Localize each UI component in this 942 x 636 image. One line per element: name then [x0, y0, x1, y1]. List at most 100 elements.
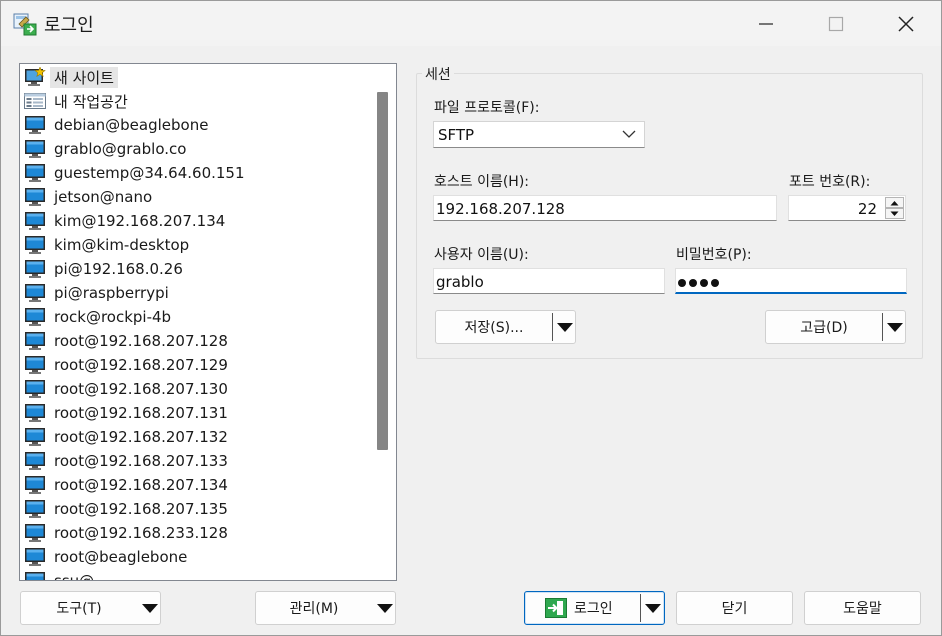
site-list-item[interactable]: ssu@...: [24, 570, 109, 581]
host-value: 192.168.207.128: [436, 200, 565, 218]
computer-icon: [24, 211, 46, 231]
site-list-item-label: root@192.168.207.134: [54, 476, 228, 494]
protocol-value: SFTP: [438, 126, 475, 144]
login-dialog: 로그인 새 사이트 내 작업공간 debian@beaglebone grablo@g…: [0, 0, 942, 636]
username-input[interactable]: grablo: [433, 268, 665, 294]
computer-icon: [24, 475, 46, 495]
manage-dropdown-arrow: [373, 592, 396, 624]
password-dot: [689, 279, 697, 287]
host-label: 호스트 이름(H):: [434, 174, 530, 190]
site-list-item[interactable]: root@192.168.207.128: [24, 330, 228, 352]
maximize-icon: [828, 16, 844, 31]
winscp-app-icon: [13, 13, 37, 36]
manage-button[interactable]: 관리(M): [255, 591, 396, 625]
login-button-label: 로그인: [574, 601, 613, 617]
site-list-item[interactable]: 내 작업공간: [24, 90, 128, 112]
site-list-item-label: jetson@nano: [54, 188, 153, 206]
computer-icon: [24, 115, 46, 135]
site-list-item[interactable]: rock@rockpi-4b: [24, 306, 171, 328]
site-list-item[interactable]: root@192.168.207.134: [24, 474, 228, 496]
site-list-item[interactable]: guestemp@34.64.60.151: [24, 162, 245, 184]
computer-icon: [24, 427, 46, 447]
site-list-item[interactable]: root@192.168.207.132: [24, 426, 228, 448]
close-button[interactable]: 닫기: [676, 591, 793, 625]
site-list-item-label: kim@192.168.207.134: [54, 212, 226, 230]
port-stepper[interactable]: 22: [788, 195, 906, 221]
close-button-label: 닫기: [721, 601, 748, 617]
caret-up-icon: [890, 200, 899, 205]
protocol-select[interactable]: SFTP: [433, 121, 645, 148]
port-increment-button[interactable]: [885, 197, 904, 208]
computer-icon: [24, 331, 46, 351]
username-value: grablo: [436, 273, 484, 291]
password-input[interactable]: [675, 268, 907, 294]
port-value: 22: [857, 200, 877, 218]
advanced-button-label: 고급(D): [800, 320, 848, 336]
password-mask: [678, 273, 722, 291]
tools-dropdown-arrow: [138, 592, 161, 624]
site-list-item[interactable]: root@192.168.233.128: [24, 522, 228, 544]
minimize-button[interactable]: [743, 1, 789, 46]
window-title: 로그인: [44, 15, 94, 36]
site-list-item-label: pi@raspberrypi: [54, 284, 169, 302]
advanced-button[interactable]: 고급(D): [765, 310, 906, 344]
site-list-item[interactable]: pi@raspberrypi: [24, 282, 169, 304]
site-list-scrollbar[interactable]: [377, 92, 388, 450]
tools-button[interactable]: 도구(T): [20, 591, 161, 625]
site-list-item-label: root@192.168.207.128: [54, 332, 228, 350]
caret-down-icon: [141, 603, 158, 613]
computer-icon: [24, 379, 46, 399]
advanced-dropdown-arrow[interactable]: [883, 311, 906, 343]
help-button-label: 도움말: [843, 601, 882, 617]
site-list-item-label: ssu@...: [54, 572, 109, 581]
site-list-item-label: root@192.168.207.132: [54, 428, 228, 446]
tools-button-label: 도구(T): [56, 601, 102, 617]
workspace-icon: [24, 91, 46, 111]
password-label: 비밀번호(P):: [676, 247, 752, 263]
host-input[interactable]: 192.168.207.128: [433, 195, 777, 221]
login-dropdown-arrow[interactable]: [641, 592, 665, 624]
site-list-item[interactable]: 새 사이트: [24, 66, 118, 88]
caret-down-icon: [890, 211, 899, 216]
site-list-item-label: root@192.168.207.135: [54, 500, 228, 518]
password-dot: [711, 279, 719, 287]
site-list-item[interactable]: kim@kim-desktop: [24, 234, 189, 256]
maximize-button: [813, 1, 859, 46]
protocol-label: 파일 프로토콜(F):: [434, 100, 540, 116]
computer-icon: [24, 259, 46, 279]
computer-icon: [24, 499, 46, 519]
computer-icon: [24, 547, 46, 567]
computer-icon: [24, 523, 46, 543]
save-button[interactable]: 저장(S)...: [435, 310, 576, 344]
port-decrement-button[interactable]: [885, 208, 904, 219]
site-list-item[interactable]: kim@192.168.207.134: [24, 210, 225, 232]
save-button-label: 저장(S)...: [464, 320, 524, 336]
help-button[interactable]: 도움말: [804, 591, 921, 625]
site-list-item[interactable]: root@beaglebone: [24, 546, 187, 568]
computer-icon: [24, 451, 46, 471]
login-button[interactable]: 로그인: [524, 591, 665, 625]
password-dot: [678, 279, 686, 287]
save-dropdown-arrow[interactable]: [553, 311, 576, 343]
site-list-item[interactable]: root@192.168.207.129: [24, 354, 228, 376]
site-list-item[interactable]: root@192.168.207.135: [24, 498, 228, 520]
login-icon: [545, 598, 567, 618]
computer-icon: [24, 283, 46, 303]
site-list-item[interactable]: root@192.168.207.131: [24, 402, 228, 424]
site-list-item[interactable]: root@192.168.207.133: [24, 450, 228, 472]
site-list-item[interactable]: root@192.168.207.130: [24, 378, 228, 400]
site-list-item[interactable]: debian@beaglebone: [24, 114, 208, 136]
site-list[interactable]: 새 사이트 내 작업공간 debian@beaglebone grablo@grabl…: [19, 63, 397, 581]
site-list-item[interactable]: jetson@nano: [24, 186, 152, 208]
caret-down-icon: [556, 322, 573, 332]
site-list-item-label: guestemp@34.64.60.151: [54, 164, 245, 182]
site-list-item-label: root@192.168.207.131: [54, 404, 228, 422]
title-bar[interactable]: 로그인: [1, 1, 941, 46]
site-list-item[interactable]: pi@192.168.0.26: [24, 258, 183, 280]
site-list-item-label: root@192.168.207.133: [54, 452, 228, 470]
site-list-item-label: root@192.168.207.129: [54, 356, 228, 374]
site-list-item[interactable]: grablo@grablo.co: [24, 138, 186, 160]
close-window-button[interactable]: [883, 1, 929, 46]
username-label: 사용자 이름(U):: [434, 247, 529, 263]
computer-icon: [24, 139, 46, 159]
